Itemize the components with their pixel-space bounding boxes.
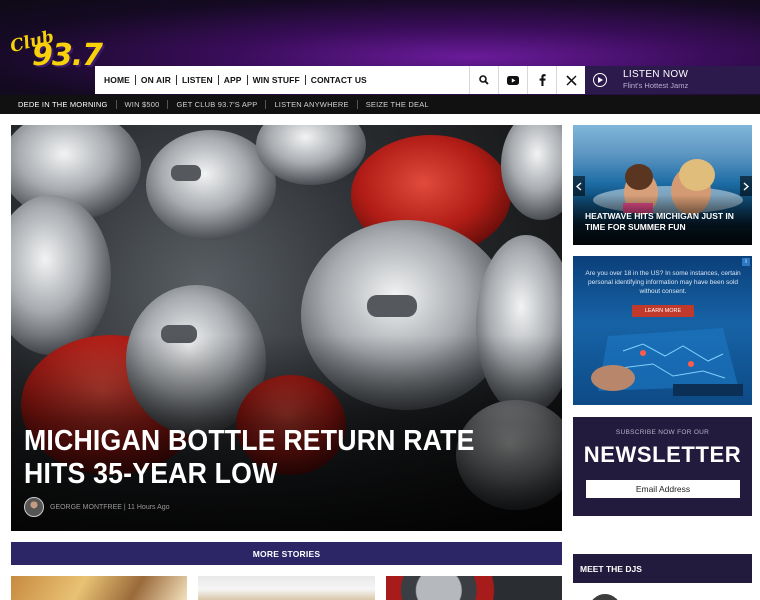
story-thumbnail[interactable] — [198, 576, 375, 600]
side-feature-story[interactable]: HEATWAVE HITS MICHIGAN JUST IN TIME FOR … — [573, 125, 752, 245]
subnav-item-dede-morning[interactable]: DEDE IN THE MORNING — [18, 100, 108, 109]
hero-byline: GEORGE MONTFREE | 11 Hours Ago — [50, 503, 170, 511]
nav-item-home[interactable]: HOME — [99, 75, 135, 85]
nav-item-on-air[interactable]: ON AIR — [136, 75, 176, 85]
chevron-left-icon — [576, 181, 582, 191]
side-feature-headline[interactable]: HEATWAVE HITS MICHIGAN JUST IN TIME FOR … — [585, 211, 745, 233]
logo-frequency: 93.7 — [32, 38, 103, 73]
ad-text: Are you over 18 in the US? In some insta… — [585, 270, 741, 295]
nav-links: HOME ON AIR LISTEN APP WIN STUFF CONTACT… — [95, 66, 372, 94]
nav-item-win-stuff[interactable]: WIN STUFF — [248, 75, 305, 85]
nav-item-app[interactable]: APP — [219, 75, 247, 85]
author-avatar[interactable] — [24, 497, 44, 517]
listen-now-title: LISTEN NOW — [623, 69, 689, 81]
secondary-nav: DEDE IN THE MORNING WIN $500 GET CLUB 93… — [0, 95, 760, 114]
youtube-icon[interactable] — [498, 66, 527, 94]
hero-meta: GEORGE MONTFREE | 11 Hours Ago — [24, 497, 170, 517]
chevron-right-icon — [743, 181, 749, 191]
newsletter-subtitle: SUBSCRIBE NOW FOR OUR — [615, 429, 710, 436]
nav-item-listen[interactable]: LISTEN — [177, 75, 218, 85]
listen-now-text: LISTEN NOW Flint's Hottest Jamz — [623, 70, 688, 90]
x-icon[interactable] — [556, 66, 585, 94]
email-field[interactable] — [586, 480, 740, 498]
advertisement[interactable]: i Are you over 18 in the US? In some ins… — [573, 256, 752, 405]
hero-headline[interactable]: MICHIGAN BOTTLE RETURN RATE HITS 35-YEAR… — [24, 425, 512, 491]
page: Club 93.7 HOME ON AIR LISTEN APP WIN STU… — [0, 0, 760, 600]
subnav-item-seize-deal[interactable]: SEIZE THE DEAL — [366, 100, 429, 109]
listen-now-subtitle: Flint's Hottest Jamz — [623, 81, 689, 91]
search-icon[interactable] — [469, 66, 498, 94]
more-stories-button[interactable]: MORE STORIES — [11, 542, 562, 565]
meet-djs-header: MEET THE DJS — [573, 554, 752, 583]
ad-learn-more-button[interactable]: LEARN MORE — [632, 305, 694, 317]
subnav-divider — [265, 100, 267, 109]
social-icons — [469, 66, 585, 94]
subnav-item-get-app[interactable]: GET CLUB 93.7'S APP — [176, 100, 257, 109]
carousel-prev-button[interactable] — [573, 176, 585, 196]
meet-djs-label: MEET THE DJS — [580, 563, 642, 574]
hero-story[interactable]: MICHIGAN BOTTLE RETURN RATE HITS 35-YEAR… — [11, 125, 562, 531]
story-thumbnail[interactable] — [386, 576, 562, 600]
main-nav: HOME ON AIR LISTEN APP WIN STUFF CONTACT… — [95, 66, 585, 94]
subnav-item-win-500[interactable]: WIN $500 — [125, 100, 160, 109]
newsletter-title: NEWSLETTER — [583, 442, 742, 467]
carousel-next-button[interactable] — [740, 176, 752, 196]
story-thumbnail[interactable] — [11, 576, 187, 600]
dj-avatar[interactable] — [589, 594, 621, 600]
subnav-divider — [115, 100, 117, 109]
ad-choices-icon[interactable]: i — [742, 258, 750, 266]
subnav-divider — [167, 100, 169, 109]
subnav-item-listen-anywhere[interactable]: LISTEN ANYWHERE — [274, 100, 348, 109]
newsletter-signup: SUBSCRIBE NOW FOR OUR NEWSLETTER — [573, 417, 752, 516]
play-icon — [593, 73, 607, 87]
more-stories-label: MORE STORIES — [252, 548, 321, 559]
nav-item-contact-us[interactable]: CONTACT US — [306, 75, 372, 85]
facebook-icon[interactable] — [527, 66, 556, 94]
listen-now-button[interactable]: LISTEN NOW Flint's Hottest Jamz — [585, 66, 760, 94]
station-logo[interactable]: Club 93.7 — [6, 27, 103, 80]
subnav-divider — [356, 100, 358, 109]
